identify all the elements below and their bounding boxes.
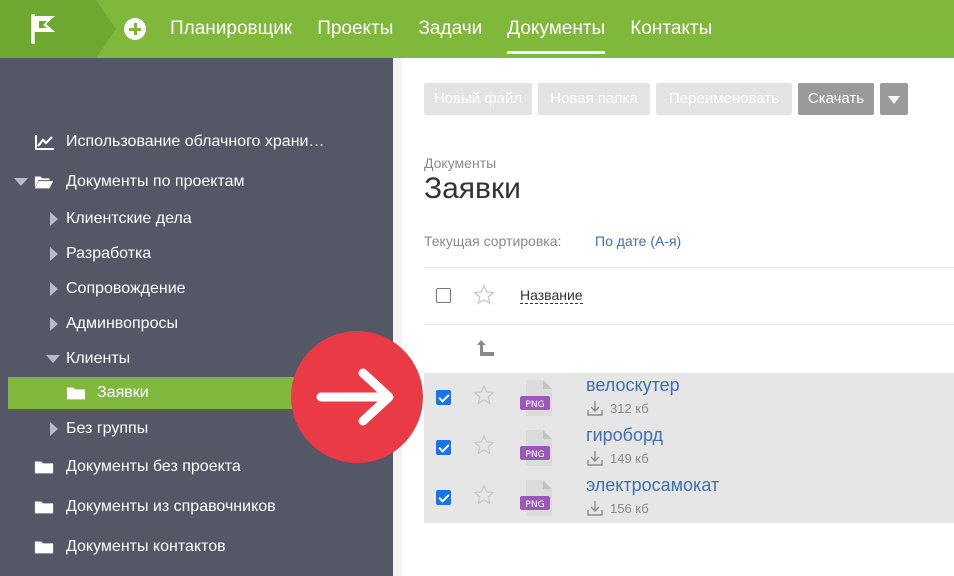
main-nav: Планировщик Проекты Задачи Документы Кон… bbox=[170, 0, 737, 58]
file-name-link[interactable]: велоскутер bbox=[586, 375, 680, 396]
caret-right-icon[interactable] bbox=[50, 317, 58, 331]
arrow-right-icon bbox=[316, 368, 394, 426]
star-icon[interactable] bbox=[473, 434, 495, 456]
up-level-icon[interactable] bbox=[476, 338, 496, 358]
sidebar-item-contacts-documents[interactable]: Документы контактов bbox=[0, 531, 393, 563]
nav-planner[interactable]: Планировщик bbox=[170, 0, 292, 58]
sidebar-item-label: Использование облачного храни… bbox=[66, 133, 325, 150]
page-title: Заявки bbox=[424, 172, 521, 205]
column-header-name[interactable]: Название bbox=[520, 287, 583, 304]
app-window: Планировщик Проекты Задачи Документы Кон… bbox=[0, 0, 954, 576]
file-checkbox[interactable] bbox=[436, 440, 451, 455]
nav-tasks[interactable]: Задачи bbox=[418, 0, 482, 58]
add-plus-button[interactable] bbox=[124, 18, 146, 40]
main-content: Новый файл Новая папка Переименовать Ска… bbox=[402, 58, 954, 576]
file-type-label: PNG bbox=[525, 500, 544, 510]
caret-right-icon[interactable] bbox=[50, 247, 58, 261]
png-file-icon: PNG bbox=[520, 430, 552, 466]
sort-selector[interactable]: По дате (А-я) bbox=[595, 233, 681, 249]
file-size: 149 кб bbox=[610, 451, 649, 466]
nav-contacts[interactable]: Контакты bbox=[630, 0, 712, 58]
png-file-icon: PNG bbox=[520, 480, 552, 516]
top-navigation-bar: Планировщик Проекты Задачи Документы Кон… bbox=[0, 0, 954, 58]
caret-down-icon[interactable] bbox=[14, 178, 28, 186]
file-size: 312 кб bbox=[610, 401, 649, 416]
download-icon[interactable] bbox=[587, 400, 603, 416]
caret-right-icon[interactable] bbox=[50, 422, 58, 436]
download-icon[interactable] bbox=[587, 450, 603, 466]
nav-documents[interactable]: Документы bbox=[507, 0, 605, 58]
sidebar-item-label: Документы без проекта bbox=[66, 458, 241, 475]
sidebar-item-label: Админвопросы bbox=[66, 315, 178, 332]
folder-icon bbox=[34, 501, 54, 514]
file-name-link[interactable]: гироборд bbox=[586, 425, 663, 446]
file-checkbox[interactable] bbox=[436, 390, 451, 405]
folder-icon bbox=[34, 541, 54, 554]
caret-right-icon[interactable] bbox=[50, 212, 58, 226]
sidebar-item-label: Без группы bbox=[66, 420, 149, 437]
sidebar-item-label: Сопровождение bbox=[66, 280, 186, 297]
flag-logo-icon bbox=[31, 14, 55, 44]
arrow-annotation-badge bbox=[291, 331, 423, 463]
file-size: 156 кб bbox=[610, 501, 649, 516]
sidebar-item-client-cases[interactable]: Клиентские дела bbox=[0, 203, 393, 235]
divider bbox=[424, 324, 954, 325]
select-all-checkbox[interactable] bbox=[436, 288, 451, 303]
sidebar-item-label: Разработка bbox=[66, 245, 152, 262]
file-checkbox[interactable] bbox=[436, 490, 451, 505]
png-file-icon: PNG bbox=[520, 380, 552, 416]
folder-icon bbox=[66, 387, 86, 400]
caret-right-icon[interactable] bbox=[50, 282, 58, 296]
sidebar-item-project-documents[interactable]: Документы по проектам bbox=[0, 166, 393, 198]
sidebar-item-label: Клиенты bbox=[66, 350, 131, 367]
more-actions-dropdown[interactable] bbox=[880, 83, 908, 115]
sidebar-item-from-directories[interactable]: Документы из справочников bbox=[0, 491, 393, 523]
breadcrumb[interactable]: Документы bbox=[424, 155, 496, 171]
file-row[interactable]: PNG электросамокат 156 кб bbox=[424, 473, 954, 523]
star-icon[interactable] bbox=[473, 284, 495, 306]
file-row[interactable]: PNG велоскутер 312 кб bbox=[424, 373, 954, 423]
download-icon[interactable] bbox=[587, 500, 603, 516]
sidebar-item-label: Клиентские дела bbox=[66, 210, 192, 227]
sidebar-item-support[interactable]: Сопровождение bbox=[0, 273, 393, 305]
new-file-button[interactable]: Новый файл bbox=[424, 83, 532, 115]
sidebar-item-cloud-storage[interactable]: Использование облачного храни… bbox=[0, 126, 393, 158]
download-button[interactable]: Скачать bbox=[798, 83, 874, 115]
folder-open-icon bbox=[34, 176, 54, 189]
sidebar-item-label: Заявки bbox=[97, 384, 149, 401]
sidebar: Использование облачного храни… Документы… bbox=[0, 58, 393, 576]
file-name-link[interactable]: электросамокат bbox=[586, 475, 719, 496]
caret-down-icon[interactable] bbox=[46, 355, 60, 363]
star-icon[interactable] bbox=[473, 484, 495, 506]
sort-label: Текущая сортировка: bbox=[424, 233, 562, 249]
file-type-label: PNG bbox=[525, 400, 544, 410]
rename-button[interactable]: Переименовать bbox=[656, 83, 792, 115]
sidebar-item-development[interactable]: Разработка bbox=[0, 238, 393, 270]
file-type-label: PNG bbox=[525, 450, 544, 460]
new-folder-button[interactable]: Новая папка bbox=[538, 83, 650, 115]
sidebar-item-label: Документы по проектам bbox=[66, 173, 245, 190]
logo-notch bbox=[96, 0, 116, 58]
divider bbox=[424, 267, 954, 268]
folder-icon bbox=[34, 461, 54, 474]
star-icon[interactable] bbox=[473, 384, 495, 406]
chart-icon bbox=[35, 135, 54, 150]
file-row[interactable]: PNG гироборд 149 кб bbox=[424, 423, 954, 473]
sidebar-item-label: Документы контактов bbox=[66, 538, 226, 555]
nav-projects[interactable]: Проекты bbox=[317, 0, 393, 58]
logo-area[interactable] bbox=[0, 0, 96, 58]
sidebar-item-label: Документы из справочников bbox=[66, 498, 276, 515]
